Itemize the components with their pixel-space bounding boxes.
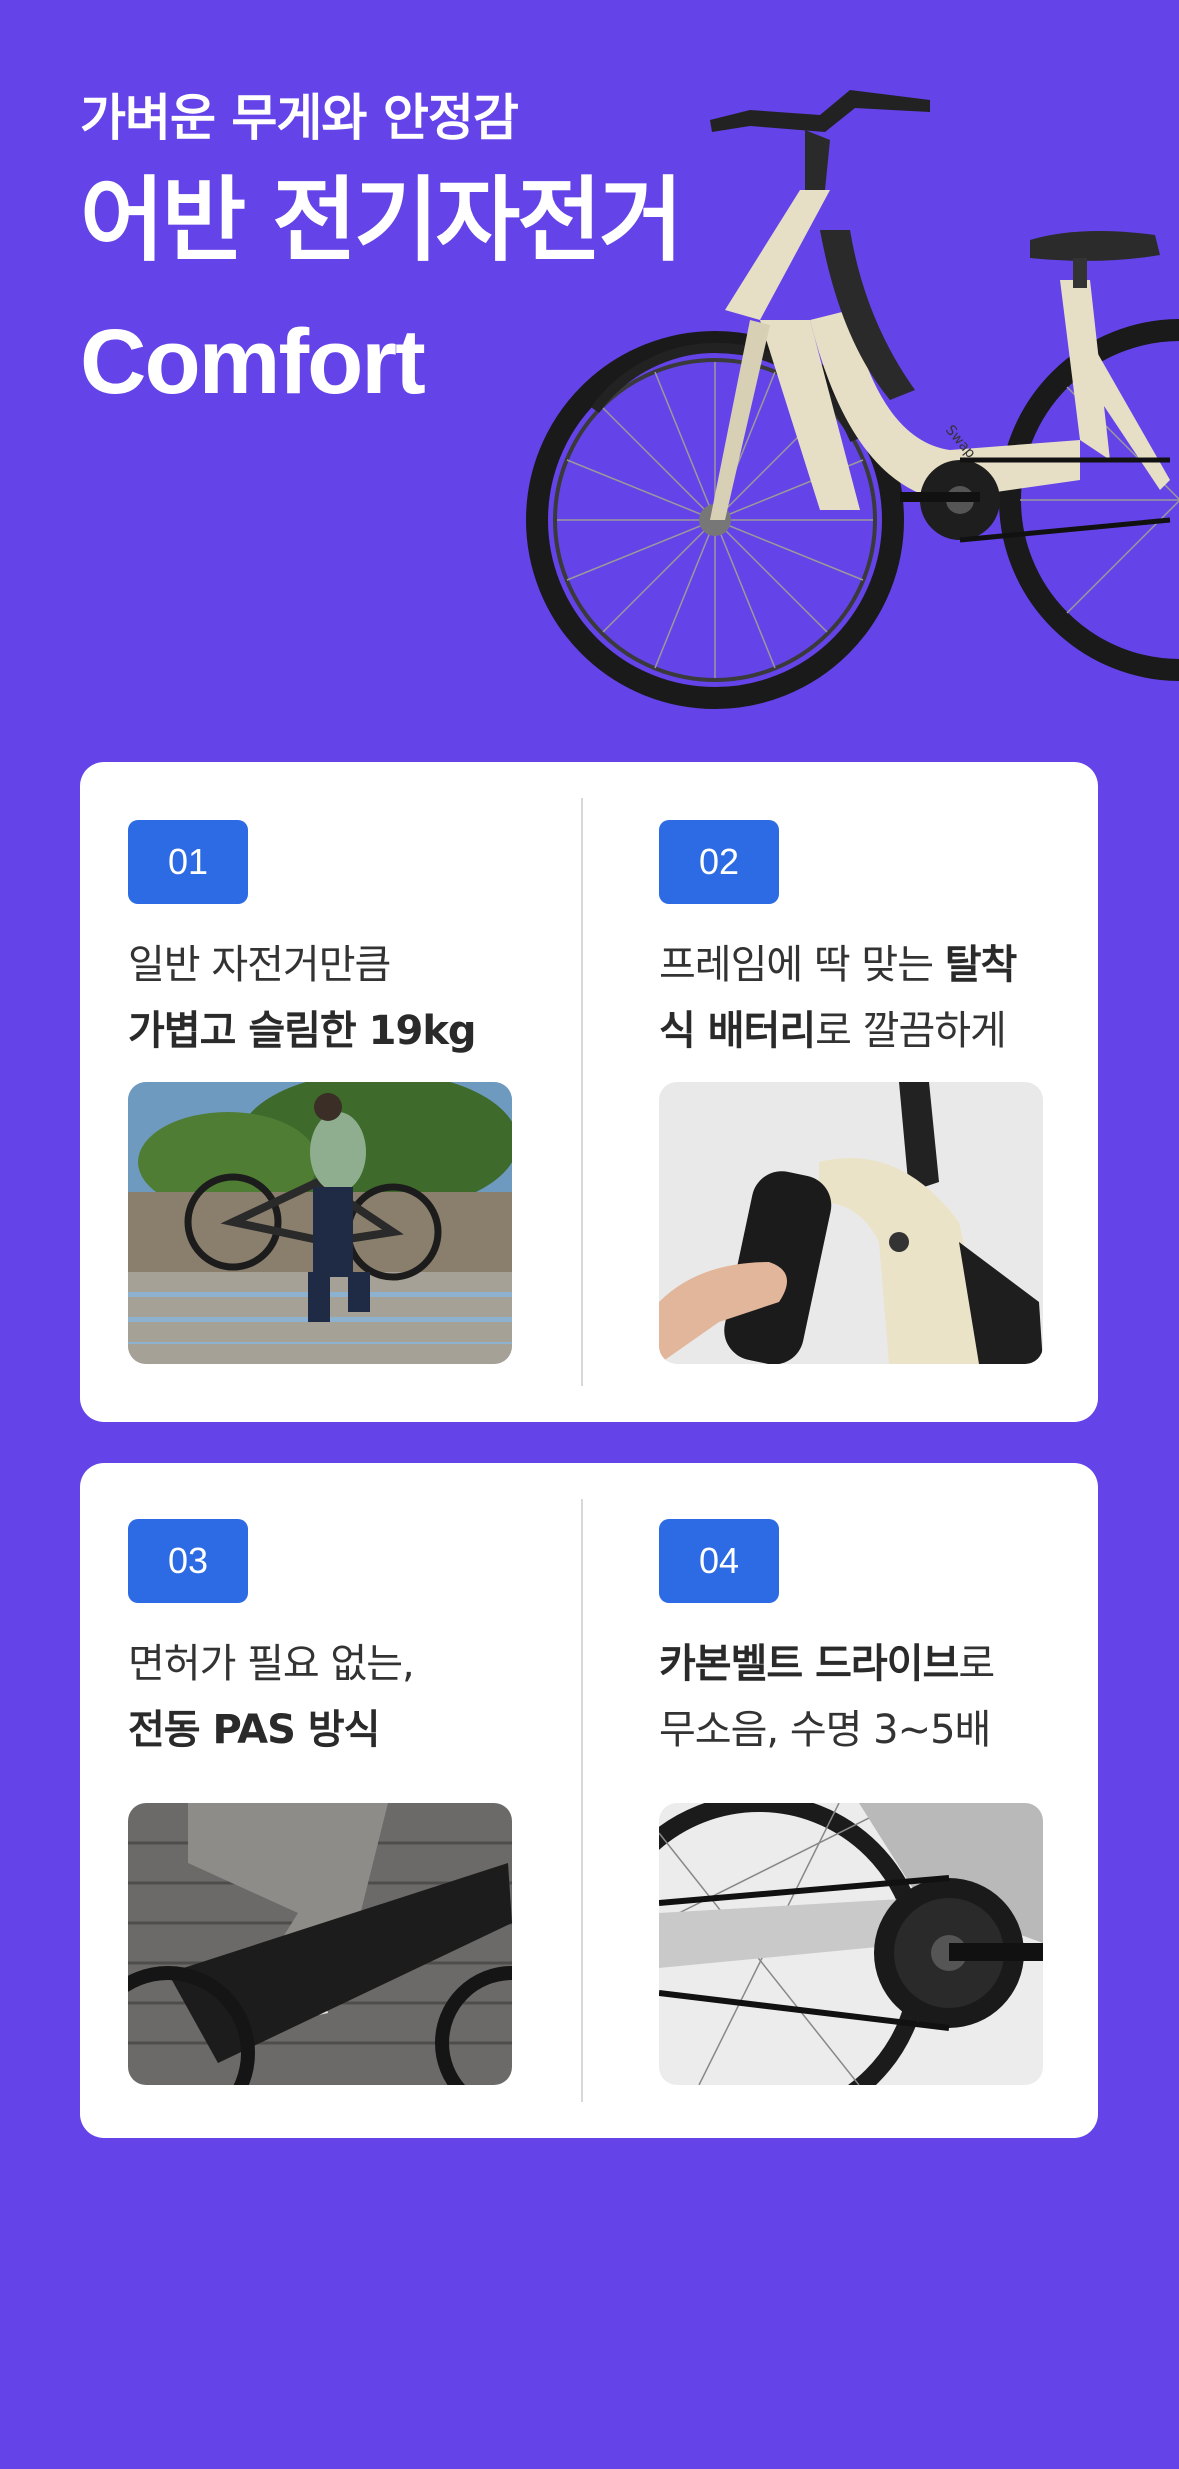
feature-photo-battery [659,1082,1043,1364]
feature-text-line2-bold: 전동 PAS 방식 [128,1707,380,1753]
hero-subtitle: 가벼운 무게와 안정감 [80,89,519,147]
feature-badge: 03 [128,1519,248,1603]
feature-text: 카본벨트 드라이브로 무소음, 수명 3~5배 [659,1631,1043,1763]
feature-04: 04 카본벨트 드라이브로 무소음, 수명 3~5배 [659,1519,1043,2085]
feature-text: 면허가 필요 없는, 전동 PAS 방식 [128,1631,512,1763]
feature-text-line2-bold: 식 배터리 [659,1008,816,1054]
feature-text-line1: 로 [958,1641,995,1687]
feature-text-line2-bold: 가볍고 슬림한 19kg [128,1008,477,1054]
card-divider [581,1499,583,2102]
feature-text-line1: 면허가 필요 없는, [128,1641,415,1687]
feature-photo-carrying-bike [128,1082,512,1364]
feature-02: 02 프레임에 딱 맞는 탈착 식 배터리로 깔끔하게 [659,820,1043,1364]
feature-01: 01 일반 자전거만큼 가볍고 슬림한 19kg [128,820,512,1364]
feature-text-line1: 프레임에 딱 맞는 [659,942,945,988]
feature-text-line2: 로 깔끔하게 [815,1008,1007,1054]
feature-badge: 01 [128,820,248,904]
feature-badge: 02 [659,820,779,904]
feature-text-line1: 일반 자전거만큼 [128,942,391,988]
feature-text-line2: 무소음, 수명 3~5배 [659,1707,991,1753]
hero-model-name: Comfort [80,311,426,413]
feature-text: 프레임에 딱 맞는 탈착 식 배터리로 깔끔하게 [659,932,1043,1064]
feature-card-2: 03 면허가 필요 없는, 전동 PAS 방식 04 카본벨트 드라이브로 무소… [80,1463,1098,2138]
feature-card-1: 01 일반 자전거만큼 가볍고 슬림한 19kg 02 프레임에 딱 맞는 탈착… [80,762,1098,1422]
feature-photo-rider [128,1803,512,2085]
feature-text-line1-bold: 탈착 [944,942,1018,988]
feature-text-line1-bold: 카본벨트 드라이브 [659,1641,959,1687]
feature-03: 03 면허가 필요 없는, 전동 PAS 방식 [128,1519,512,2085]
hero-bike-image: Swap [520,80,1179,730]
feature-photo-belt-drive [659,1803,1043,2085]
card-divider [581,798,583,1386]
feature-badge: 04 [659,1519,779,1603]
feature-text: 일반 자전거만큼 가볍고 슬림한 19kg [128,932,512,1064]
